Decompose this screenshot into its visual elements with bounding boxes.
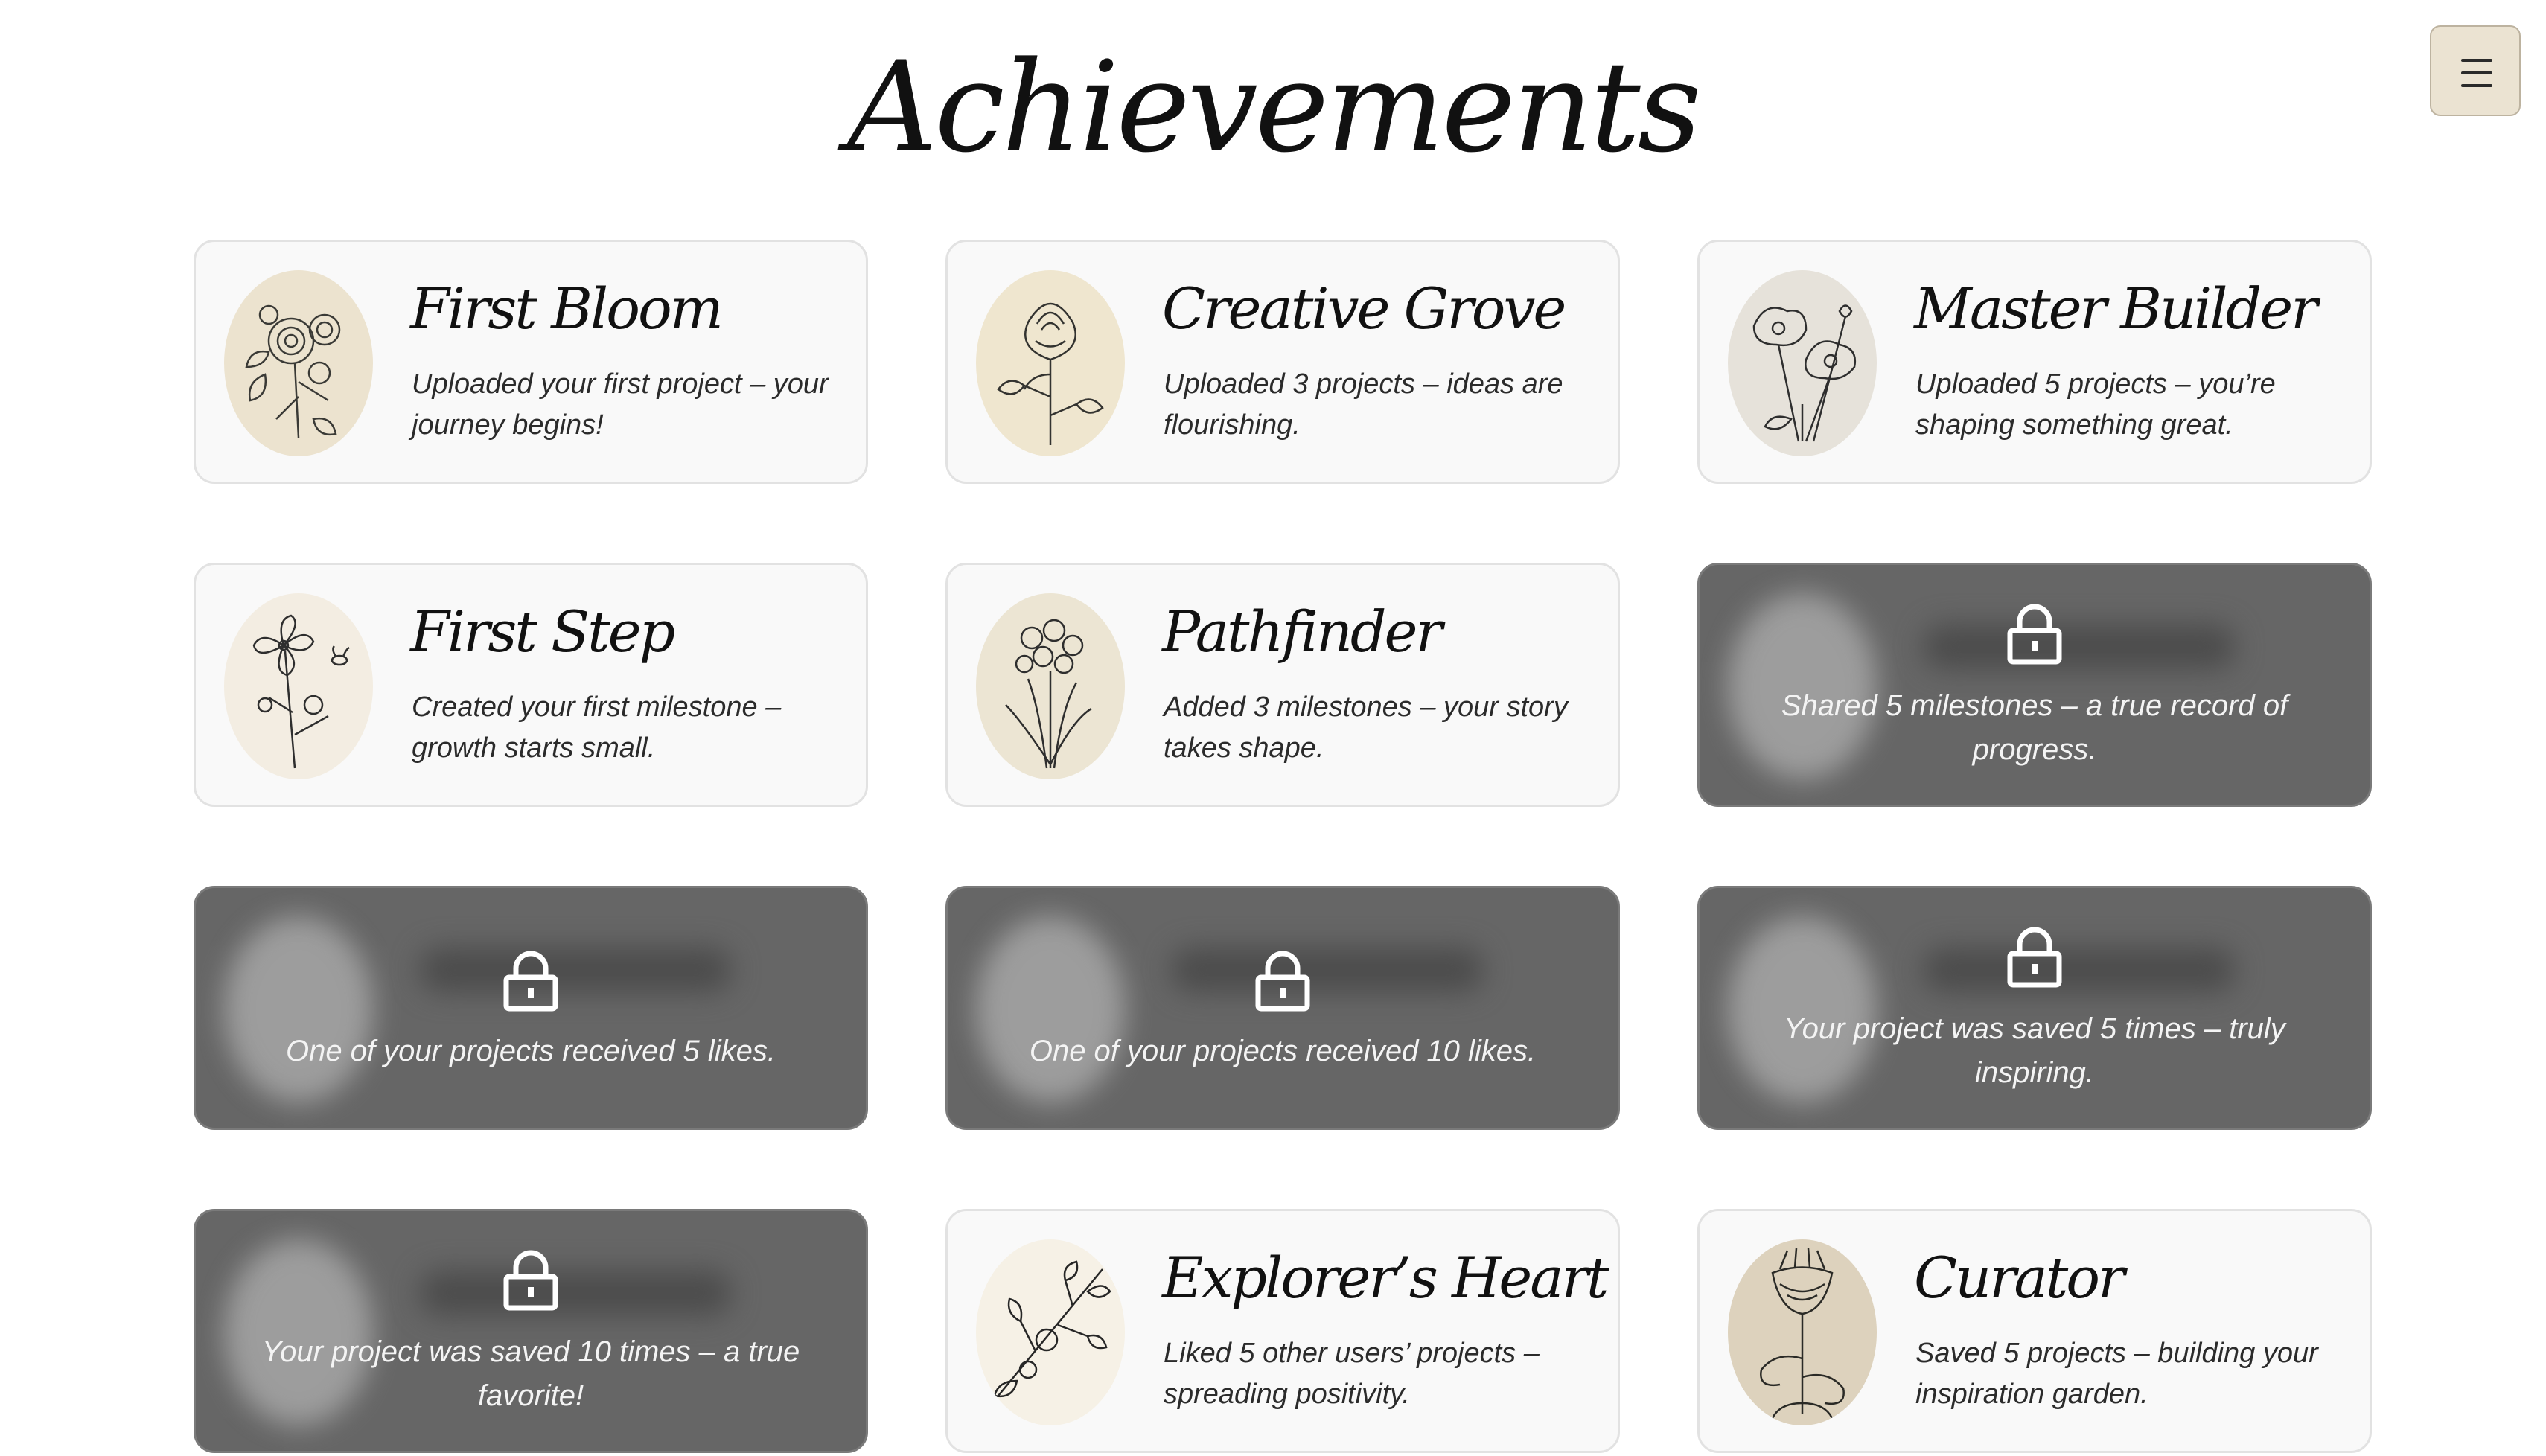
narcissus-illustration xyxy=(976,593,1125,779)
achievement-card-pathfinder[interactable]: Pathfinder Added 3 milestones – your sto… xyxy=(945,563,1620,807)
blurred-title xyxy=(1923,948,2236,992)
lock-icon xyxy=(2007,927,2062,988)
menu-button[interactable] xyxy=(2430,25,2521,116)
crown-imperial-illustration xyxy=(1728,1239,1877,1425)
achievement-title: Curator xyxy=(1914,1245,2125,1311)
achievement-card-first-bloom[interactable]: First Bloom Uploaded your first project … xyxy=(194,240,868,484)
lock-icon xyxy=(503,1250,558,1311)
achievement-card-locked-shared-milestones[interactable]: Shared 5 milestones – a true record of p… xyxy=(1697,563,2372,807)
blurred-illustration xyxy=(224,916,373,1102)
blurred-title xyxy=(1171,948,1484,992)
achievement-card-explorers-heart[interactable]: Explorer’s Heart Liked 5 other users’ pr… xyxy=(945,1209,1620,1453)
page-title: Achievements xyxy=(847,34,1702,180)
achievement-description: Liked 5 other users’ projects – spreadin… xyxy=(1164,1338,1540,1410)
blurred-title xyxy=(1923,625,2236,669)
achievement-title: Pathfinder xyxy=(1162,598,1443,665)
achievement-title: Explorer’s Heart xyxy=(1162,1245,1609,1311)
achievement-card-locked-saved-5[interactable]: Your project was saved 5 times – truly i… xyxy=(1697,886,2372,1130)
achievement-card-locked-10-likes[interactable]: One of your projects received 10 likes. xyxy=(945,886,1620,1130)
leafy-sprig-illustration xyxy=(976,1239,1125,1425)
achievement-title: First Step xyxy=(410,598,675,665)
lock-icon xyxy=(1255,951,1310,1012)
achievements-grid: First Bloom Uploaded your first project … xyxy=(194,240,2372,1453)
achievement-card-curator[interactable]: Curator Saved 5 projects – building your… xyxy=(1697,1209,2372,1453)
achievement-card-locked-saved-10[interactable]: Your project was saved 10 times – a true… xyxy=(194,1209,868,1453)
achievement-description: Uploaded your first project – your journ… xyxy=(412,368,829,441)
poppy-illustration xyxy=(1728,270,1877,456)
rose-bouquet-illustration xyxy=(224,270,373,456)
achievement-card-creative-grove[interactable]: Creative Grove Uploaded 3 projects – ide… xyxy=(945,240,1620,484)
achievement-description: Your project was saved 5 times – truly i… xyxy=(1784,1012,2285,1089)
achievement-description: Your project was saved 10 times – a true… xyxy=(261,1335,800,1412)
achievement-title: Master Builder xyxy=(1914,275,2318,342)
achievement-card-first-step[interactable]: First Step Created your first milestone … xyxy=(194,563,868,807)
achievement-title: First Bloom xyxy=(410,275,724,342)
achievement-description: Created your first milestone – growth st… xyxy=(412,692,782,764)
achievement-description: Shared 5 milestones – a true record of p… xyxy=(1781,689,2288,766)
lock-icon xyxy=(503,951,558,1012)
blurred-title xyxy=(419,1271,732,1315)
blurred-title xyxy=(419,948,732,992)
achievement-description: Uploaded 5 projects – you’re shaping som… xyxy=(1915,368,2276,441)
hamburger-menu-icon xyxy=(2461,59,2492,87)
achievement-card-locked-5-likes[interactable]: One of your projects received 5 likes. xyxy=(194,886,868,1130)
achievement-card-master-builder[interactable]: Master Builder Uploaded 5 projects – you… xyxy=(1697,240,2372,484)
achievement-description: One of your projects received 5 likes. xyxy=(285,1035,776,1067)
achievement-description: One of your projects received 10 likes. xyxy=(1029,1035,1537,1067)
wildflower-bee-illustration xyxy=(224,593,373,779)
achievement-description: Added 3 milestones – your story takes sh… xyxy=(1164,692,1568,764)
achievement-title: Creative Grove xyxy=(1162,275,1566,342)
blurred-illustration xyxy=(976,916,1125,1102)
achievement-description: Uploaded 3 projects – ideas are flourish… xyxy=(1164,368,1563,441)
rose-illustration xyxy=(976,270,1125,456)
achievement-description: Saved 5 projects – building your inspira… xyxy=(1915,1338,2318,1410)
lock-icon xyxy=(2007,604,2062,665)
